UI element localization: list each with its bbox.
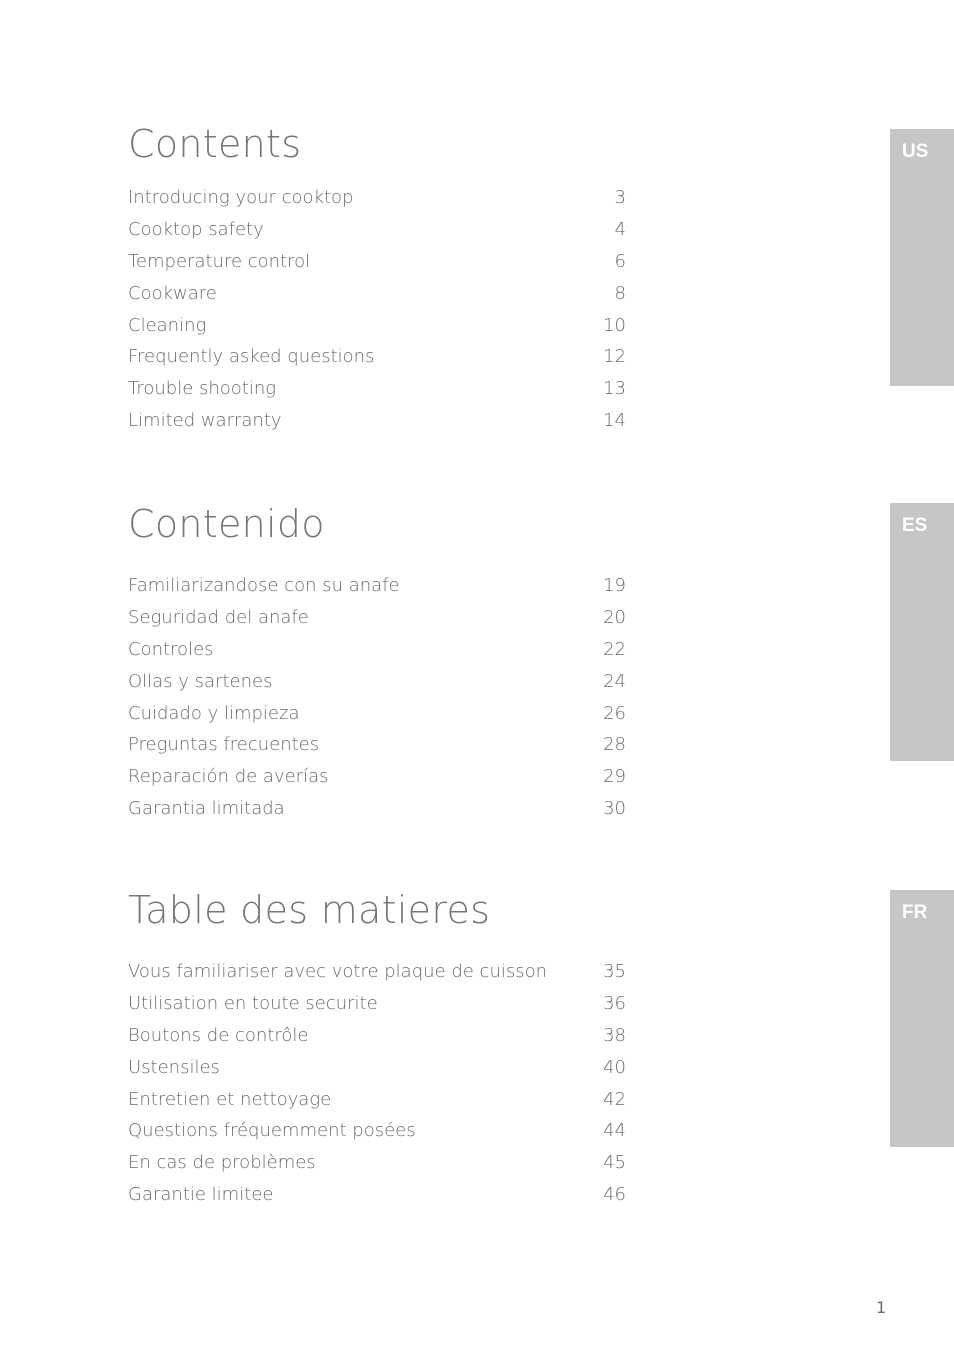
toc-entry[interactable]: Vous familiariser avec votre plaque de c… (128, 956, 626, 988)
toc-entry[interactable]: Entretien et nettoyage 42 (128, 1084, 626, 1116)
toc-entry[interactable]: Garantia limitada 30 (128, 793, 626, 825)
toc-entry[interactable]: Controles 22 (128, 634, 626, 666)
toc-page: 8 (614, 282, 626, 304)
language-tab-us[interactable]: US (890, 129, 954, 386)
toc-page: 6 (614, 250, 626, 272)
toc-entry[interactable]: Cooktop safety 4 (128, 214, 626, 246)
language-tab-es[interactable]: ES (890, 503, 954, 761)
toc-entry[interactable]: Cuidado y limpieza 26 (128, 698, 626, 730)
toc-list: Vous familiariser avec votre plaque de c… (128, 956, 626, 1211)
toc-page: 12 (603, 346, 626, 368)
toc-entry[interactable]: En cas de problèmes 45 (128, 1147, 626, 1179)
toc-page: 35 (603, 961, 626, 982)
toc-entry[interactable]: Ustensiles 40 (128, 1052, 626, 1084)
toc-page: 42 (603, 1088, 626, 1110)
toc-page: 4 (614, 218, 626, 240)
toc-page: 44 (603, 1120, 626, 1142)
toc-entry[interactable]: Seguridad del anafe 20 (128, 602, 626, 634)
toc-page: 26 (603, 702, 626, 724)
toc-page: 29 (603, 766, 626, 788)
toc-page: 28 (603, 734, 626, 756)
toc-page: 46 (603, 1184, 626, 1206)
toc-entry[interactable]: Cleaning 10 (128, 310, 626, 342)
toc-entry[interactable]: Familiarizandose con su anafe 19 (128, 570, 626, 602)
toc-page: 20 (603, 606, 626, 628)
toc-page: 24 (603, 670, 626, 692)
page-number: 1 (876, 1298, 887, 1317)
toc-entry[interactable]: Ollas y sartenes 24 (128, 666, 626, 698)
toc-list: Introducing your cooktop 3 Cooktop safety… (128, 182, 626, 437)
toc-entry[interactable]: Frequently asked questions 12 (128, 341, 626, 373)
toc-section-spanish: Contenido Familiarizandose con su anafe 1… (128, 502, 626, 825)
toc-page: 10 (603, 314, 626, 336)
toc-section-french: Table des matieres Vous familiariser ave… (128, 888, 626, 1211)
toc-page: 38 (603, 1024, 626, 1046)
toc-entry[interactable]: Trouble shooting 13 (128, 373, 626, 405)
toc-page: 45 (603, 1152, 626, 1174)
tab-label: US (902, 141, 929, 162)
tab-label: ES (902, 515, 928, 536)
toc-entry[interactable]: Utilisation en toute securite 36 (128, 988, 626, 1020)
toc-section-english: Contents Introducing your cooktop 3 Cookt… (128, 122, 626, 437)
toc-list: Familiarizandose con su anafe 19 Segurida… (128, 570, 626, 825)
toc-page: 36 (603, 992, 626, 1014)
toc-page: 14 (603, 410, 626, 432)
toc-page: 40 (603, 1056, 626, 1078)
section-title: Table des matieres (128, 888, 491, 932)
toc-entry[interactable]: Limited warranty 14 (128, 405, 626, 437)
section-title: Contents (128, 122, 302, 166)
tab-label: FR (902, 902, 928, 923)
toc-page: 3 (614, 187, 626, 208)
toc-entry[interactable]: Reparación de averías 29 (128, 761, 626, 793)
toc-entry[interactable]: Cookware 8 (128, 278, 626, 310)
toc-entry[interactable]: Boutons de contrôle 38 (128, 1020, 626, 1052)
language-tab-fr[interactable]: FR (890, 890, 954, 1147)
toc-entry[interactable]: Preguntas frecuentes 28 (128, 729, 626, 761)
toc-page: 22 (603, 638, 626, 660)
toc-entry[interactable]: Garantie limitee 46 (128, 1179, 626, 1211)
section-title: Contenido (128, 502, 325, 546)
toc-page: 30 (603, 798, 626, 820)
toc-page: 13 (603, 378, 626, 400)
toc-page: 19 (603, 575, 626, 596)
toc-entry[interactable]: Questions fréquemment posées 44 (128, 1115, 626, 1147)
toc-entry[interactable]: Introducing your cooktop 3 (128, 182, 626, 214)
toc-entry[interactable]: Temperature control 6 (128, 246, 626, 278)
